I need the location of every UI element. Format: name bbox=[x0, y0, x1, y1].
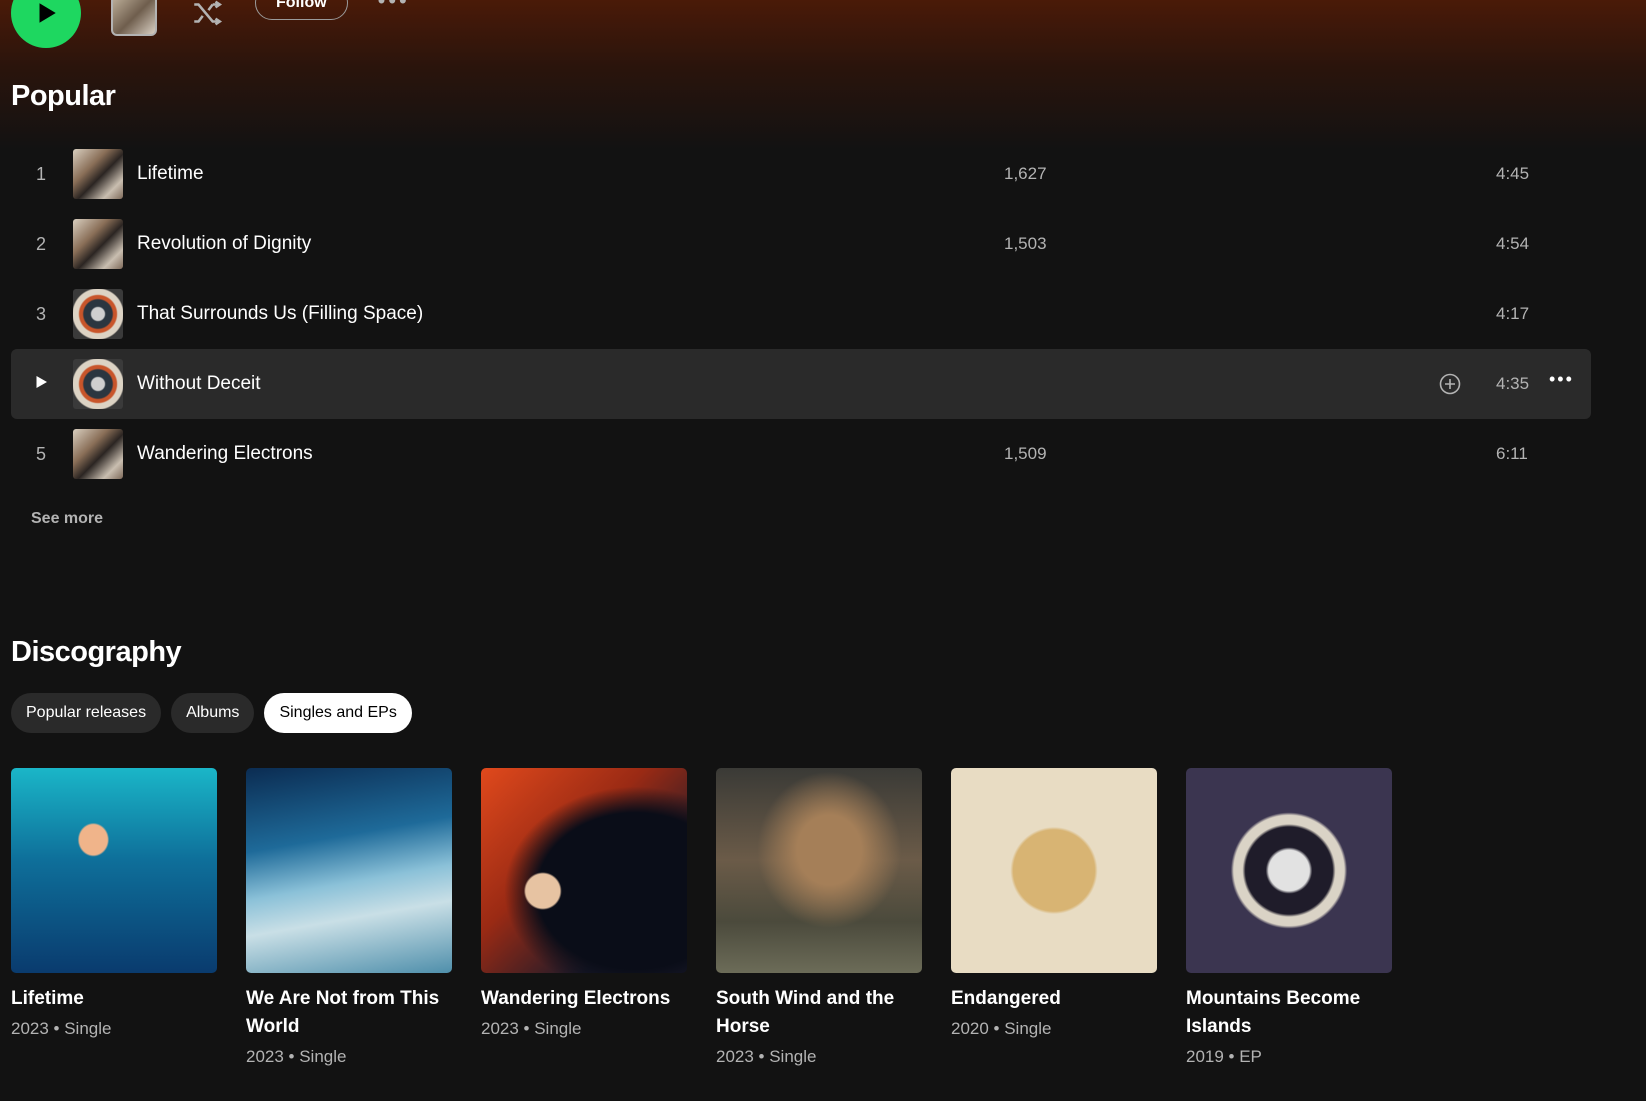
track-plays: 1,509 bbox=[1004, 444, 1047, 463]
release-card[interactable]: Lifetime 2023 • Single bbox=[11, 768, 217, 1071]
release-card[interactable]: Endangered 2020 • Single bbox=[951, 768, 1157, 1071]
add-to-library-icon[interactable] bbox=[1438, 372, 1462, 396]
track-more-options-icon[interactable]: ••• bbox=[1549, 369, 1574, 390]
play-icon bbox=[36, 375, 47, 388]
release-cover[interactable] bbox=[246, 768, 452, 973]
track-number: 1 bbox=[35, 163, 46, 184]
follow-button[interactable]: Follow bbox=[255, 0, 348, 20]
release-meta: 2019 • EP bbox=[1186, 1047, 1262, 1066]
track-cover bbox=[73, 219, 123, 269]
track-cover bbox=[73, 429, 123, 479]
track-title[interactable]: Wandering Electrons bbox=[137, 443, 957, 465]
track-duration: 4:45 bbox=[1496, 164, 1530, 183]
popular-track-list: 1 Lifetime 1,627 4:45 2 Revolution of Di… bbox=[11, 139, 1591, 489]
track-play-button[interactable] bbox=[11, 373, 71, 396]
track-number: 3 bbox=[35, 303, 46, 324]
more-options-icon[interactable]: ••• bbox=[378, 0, 410, 14]
popular-title: Popular bbox=[11, 80, 116, 112]
discography-filter-chips: Popular releases Albums Singles and EPs bbox=[11, 693, 412, 733]
release-title[interactable]: South Wind and the Horse bbox=[716, 985, 922, 1041]
release-meta: 2023 • Single bbox=[716, 1047, 817, 1066]
release-title[interactable]: Mountains Become Islands bbox=[1186, 985, 1392, 1041]
see-more-link[interactable]: See more bbox=[31, 510, 103, 528]
release-title[interactable]: We Are Not from This World bbox=[246, 985, 452, 1041]
release-cover[interactable] bbox=[11, 768, 217, 973]
release-meta: 2023 • Single bbox=[11, 1019, 112, 1038]
play-button[interactable] bbox=[11, 0, 81, 48]
play-icon bbox=[39, 3, 56, 23]
track-plays: 1,627 bbox=[1004, 164, 1047, 183]
release-title[interactable]: Lifetime bbox=[11, 985, 217, 1013]
discography-title: Discography bbox=[11, 636, 182, 668]
release-card[interactable]: Mountains Become Islands 2019 • EP bbox=[1186, 768, 1392, 1071]
filter-singles-eps[interactable]: Singles and EPs bbox=[264, 693, 412, 733]
track-row-hovered[interactable]: Without Deceit 4:35 ••• bbox=[11, 349, 1591, 419]
track-duration: 4:54 bbox=[1496, 234, 1530, 253]
release-card[interactable]: Wandering Electrons 2023 • Single bbox=[481, 768, 687, 1071]
artist-mini-cover[interactable] bbox=[111, 0, 157, 36]
filter-popular-releases[interactable]: Popular releases bbox=[11, 693, 162, 733]
track-row[interactable]: 2 Revolution of Dignity 1,503 4:54 bbox=[11, 209, 1591, 279]
action-bar: Follow ••• bbox=[11, 0, 410, 48]
track-plays: 1,503 bbox=[1004, 234, 1047, 253]
release-cover[interactable] bbox=[481, 768, 687, 973]
shuffle-icon bbox=[194, 0, 223, 26]
track-cover bbox=[73, 149, 123, 199]
release-cover[interactable] bbox=[951, 768, 1157, 973]
release-meta: 2023 • Single bbox=[481, 1019, 582, 1038]
filter-albums[interactable]: Albums bbox=[171, 693, 255, 733]
track-cover bbox=[73, 289, 123, 339]
track-row[interactable]: 5 Wandering Electrons 1,509 6:11 bbox=[11, 419, 1591, 489]
release-grid: Lifetime 2023 • Single We Are Not from T… bbox=[11, 768, 1392, 1071]
release-cover[interactable] bbox=[716, 768, 922, 973]
track-title[interactable]: That Surrounds Us (Filling Space) bbox=[137, 303, 957, 325]
track-title[interactable]: Without Deceit bbox=[137, 373, 957, 395]
release-card[interactable]: South Wind and the Horse 2023 • Single bbox=[716, 768, 922, 1071]
track-row[interactable]: 1 Lifetime 1,627 4:45 bbox=[11, 139, 1591, 209]
track-title[interactable]: Revolution of Dignity bbox=[137, 233, 957, 255]
release-meta: 2023 • Single bbox=[246, 1047, 347, 1066]
shuffle-button[interactable] bbox=[187, 0, 227, 33]
release-meta: 2020 • Single bbox=[951, 1019, 1052, 1038]
track-number: 5 bbox=[35, 443, 46, 464]
release-title[interactable]: Wandering Electrons bbox=[481, 985, 687, 1013]
track-duration: 4:17 bbox=[1496, 304, 1530, 323]
release-title[interactable]: Endangered bbox=[951, 985, 1157, 1013]
track-number: 2 bbox=[35, 233, 46, 254]
release-card[interactable]: We Are Not from This World 2023 • Single bbox=[246, 768, 452, 1071]
track-cover bbox=[73, 359, 123, 409]
track-title[interactable]: Lifetime bbox=[137, 163, 957, 185]
track-duration: 4:35 bbox=[1496, 374, 1530, 393]
track-row[interactable]: 3 That Surrounds Us (Filling Space) 4:17 bbox=[11, 279, 1591, 349]
release-cover[interactable] bbox=[1186, 768, 1392, 973]
track-duration: 6:11 bbox=[1496, 444, 1528, 463]
